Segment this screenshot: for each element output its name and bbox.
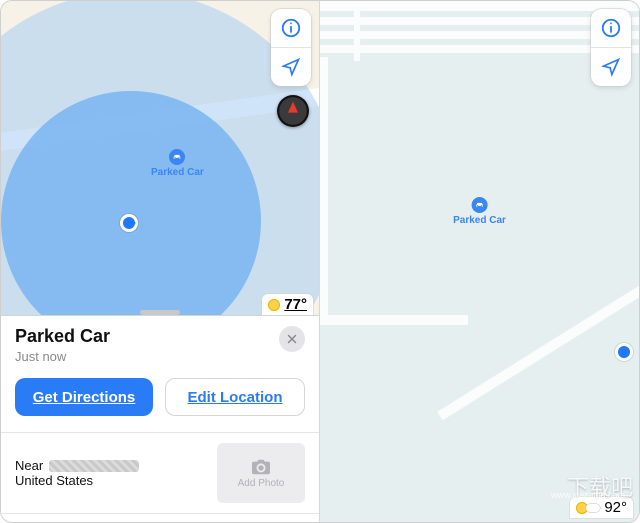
- road: [437, 253, 639, 420]
- road: [320, 1, 639, 11]
- road: [354, 1, 360, 61]
- add-photo-button[interactable]: Add Photo: [217, 443, 305, 503]
- country-label: United States: [15, 473, 207, 488]
- close-button[interactable]: [279, 326, 305, 352]
- temperature-value: 77°: [284, 296, 307, 313]
- map-controls: [591, 9, 631, 86]
- road: [320, 57, 328, 317]
- sun-icon: [268, 299, 280, 311]
- parked-car-card: Parked Car Just now Get Directions Edit …: [1, 315, 319, 522]
- left-screenshot: Parked Car 77° Parked Car: [1, 1, 320, 522]
- cloud-icon: [586, 504, 600, 512]
- road: [320, 315, 468, 325]
- map-controls: [271, 9, 311, 86]
- camera-icon: [250, 458, 272, 476]
- compass-icon[interactable]: [277, 95, 309, 127]
- car-icon: [472, 197, 488, 213]
- card-subtitle: Just now: [15, 349, 110, 364]
- edit-location-button[interactable]: Edit Location: [165, 378, 305, 416]
- watermark: 下载吧 www.xiazaiba.com: [567, 446, 633, 502]
- current-location-dot[interactable]: [120, 214, 138, 232]
- screenshot-pair: Parked Car 77° Parked Car: [0, 0, 640, 523]
- get-directions-button[interactable]: Get Directions: [15, 378, 153, 416]
- info-button[interactable]: [591, 9, 631, 47]
- watermark-url: www.xiazaiba.com: [551, 490, 625, 500]
- locate-button[interactable]: [591, 48, 631, 86]
- parked-car-label: Parked Car: [453, 215, 506, 226]
- car-icon: [169, 149, 185, 165]
- parked-car-marker[interactable]: Parked Car: [151, 149, 204, 178]
- near-label: Near: [15, 458, 43, 473]
- card-title: Parked Car: [15, 326, 110, 347]
- locate-button[interactable]: [271, 48, 311, 86]
- redacted-address: [49, 460, 139, 472]
- parked-car-label: Parked Car: [151, 167, 204, 178]
- weather-badge[interactable]: 77°: [262, 294, 313, 315]
- add-photo-label: Add Photo: [238, 478, 285, 489]
- info-button[interactable]: [271, 9, 311, 47]
- current-location-dot[interactable]: [615, 343, 633, 361]
- right-screenshot: Parked Car 92° 下载吧 www.xiazaiba.com: [320, 1, 639, 522]
- parked-car-marker[interactable]: Parked Car: [453, 197, 506, 226]
- close-icon: [286, 333, 298, 345]
